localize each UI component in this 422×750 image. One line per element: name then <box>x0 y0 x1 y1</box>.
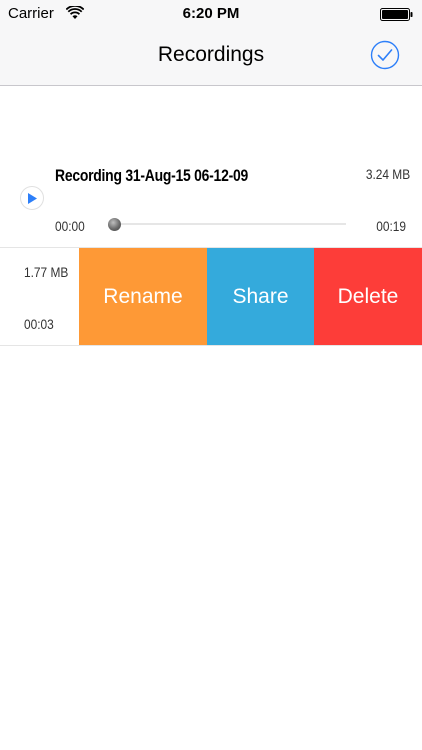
app-screen: Carrier 6:20 PM Recordings Recording 31-… <box>0 0 422 750</box>
share-button[interactable]: Share <box>207 248 314 345</box>
recording-duration: 00:19 <box>376 218 406 234</box>
progress-track[interactable] <box>108 223 346 225</box>
recording-title: Recording 31-Aug-15 06-12-09 <box>55 166 248 185</box>
play-icon[interactable] <box>20 186 44 210</box>
recording-size: 1.77 MB <box>24 264 69 280</box>
status-time: 6:20 PM <box>182 5 240 22</box>
swiped-recording-cell[interactable]: 1.77 MB 00:03 <box>0 248 79 345</box>
page-title: Recordings <box>157 43 265 66</box>
playback-scrubber[interactable] <box>108 218 121 231</box>
battery-icon <box>380 8 414 21</box>
elapsed-time: 00:00 <box>55 218 85 234</box>
recording-duration: 00:03 <box>24 316 54 332</box>
recording-row-swiped[interactable]: 1.77 MB 00:03 Rename Share Delete <box>0 247 422 346</box>
checkmark-circle-icon[interactable] <box>370 40 400 70</box>
recording-row[interactable]: Recording 31-Aug-15 06-12-09 3.24 MB 00:… <box>0 150 422 245</box>
recording-size: 3.24 MB <box>365 166 410 182</box>
rename-button[interactable]: Rename <box>79 248 207 345</box>
status-bar: Carrier 6:20 PM <box>0 0 422 28</box>
delete-button[interactable]: Delete <box>314 248 422 345</box>
navigation-bar: Recordings <box>0 28 422 86</box>
